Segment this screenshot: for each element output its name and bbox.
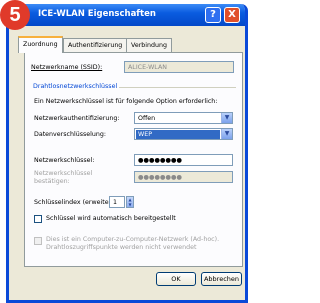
key-info-text: Ein Netzwerkschlüssel ist für folgende O…	[34, 98, 218, 105]
auth-select[interactable]: Offen ▼	[134, 112, 233, 124]
chevron-down-icon[interactable]: ▼	[221, 129, 232, 139]
auto-key-label: Schlüssel wird automatisch bereitgestell…	[46, 215, 176, 222]
adhoc-label-line2: Drahtloszugriffspunkte werden nicht verw…	[46, 244, 197, 251]
encryption-label: Datenverschlüsselung:	[34, 131, 106, 138]
chevron-down-icon[interactable]: ▼	[221, 113, 232, 123]
adhoc-label-line1: Dies ist ein Computer-zu-Computer-Netzwe…	[46, 236, 220, 243]
confirm-key-label-line1: Netzwerkschlüssel	[34, 170, 93, 177]
help-button[interactable]: ?	[205, 7, 221, 23]
cancel-button[interactable]: Abbrechen	[201, 272, 242, 286]
auto-key-checkbox[interactable]	[34, 215, 42, 223]
encryption-select[interactable]: WEP ▼	[134, 128, 233, 140]
adhoc-checkbox	[34, 237, 42, 245]
network-key-field[interactable]: ●●●●●●●●	[134, 154, 233, 166]
tab-authentifizierung[interactable]: Authentifizierung	[63, 38, 128, 52]
window-title: ICE-WLAN Eigenschaften	[38, 9, 156, 19]
step-number-badge: 5	[0, 0, 30, 30]
key-index-field[interactable]: 1	[109, 196, 125, 208]
confirm-key-field: ●●●●●●●●	[134, 171, 233, 183]
tab-verbindung[interactable]: Verbindung	[126, 38, 172, 52]
ok-button[interactable]: OK	[156, 272, 196, 286]
title-bar[interactable]: ICE-WLAN Eigenschaften ? X	[9, 4, 245, 26]
group-title: Drahtlosnetzwerkschlüssel	[31, 83, 120, 90]
wlan-properties-dialog: ICE-WLAN Eigenschaften ? X Zuordnung Aut…	[6, 4, 248, 303]
close-button[interactable]: X	[224, 7, 240, 23]
confirm-key-label-line2: bestätigen:	[34, 178, 70, 185]
ssid-label: Netzwerkname (SSID):	[31, 64, 103, 71]
key-index-label: Schlüsselindex (erweitert):	[34, 199, 119, 206]
auth-value: Offen	[138, 115, 156, 122]
encryption-value: WEP	[136, 130, 220, 139]
ssid-field[interactable]: ALICE-WLAN	[124, 61, 234, 73]
network-key-label: Netzwerkschlüssel:	[34, 157, 95, 164]
auth-label: Netzwerkauthentifizierung:	[34, 115, 120, 122]
key-index-spinner[interactable]: ▲ ▼	[126, 196, 134, 208]
tab-zuordnung[interactable]: Zuordnung	[18, 36, 63, 53]
